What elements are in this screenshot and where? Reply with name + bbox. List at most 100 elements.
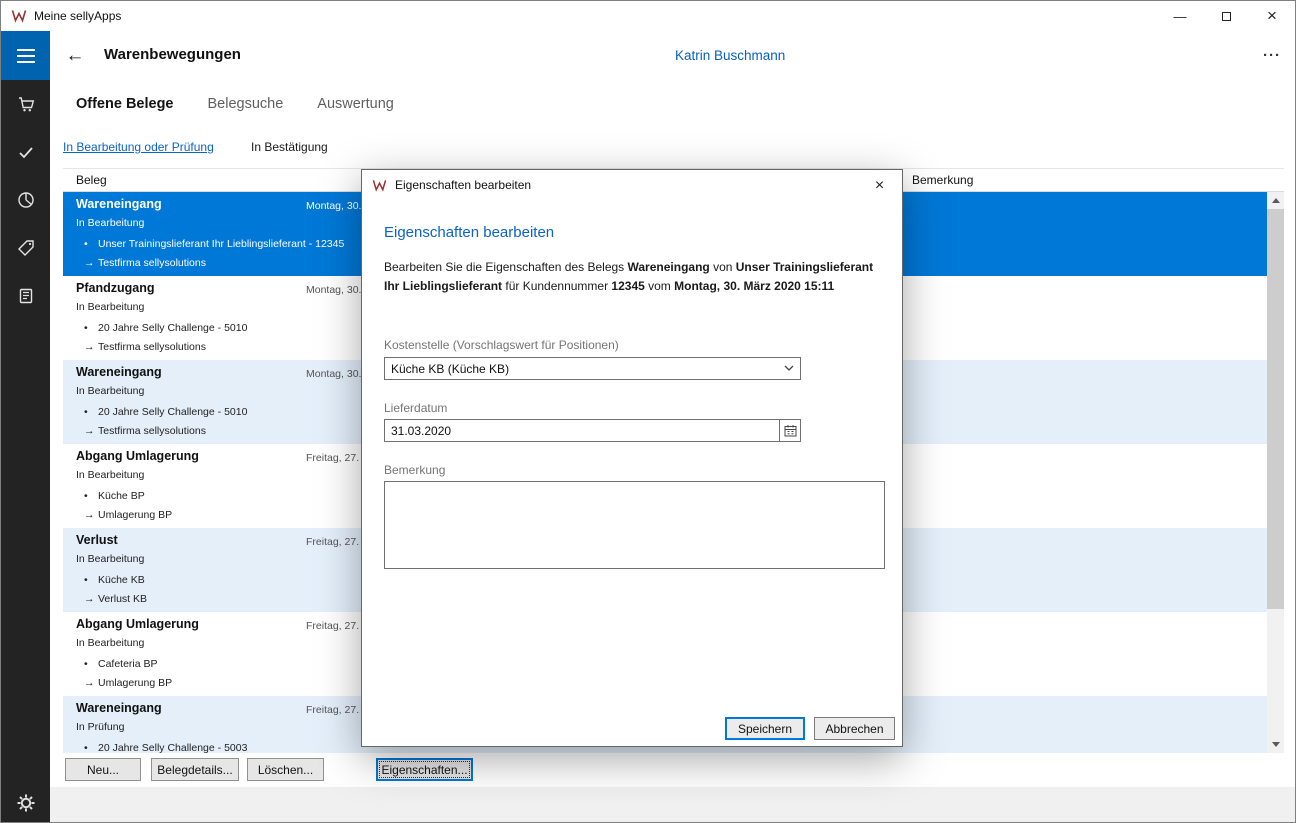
maximize-button[interactable]: [1203, 1, 1249, 31]
lieferdatum-label: Lieferdatum: [384, 401, 447, 415]
row-status: In Bearbeitung: [76, 637, 144, 649]
row-line: →Testfirma sellysolutions: [84, 338, 247, 357]
sidebar-items: [1, 80, 50, 320]
close-button[interactable]: ×: [1249, 1, 1295, 31]
sidebar-item-reports[interactable]: [1, 176, 50, 224]
row-title: Wareneingang: [76, 701, 162, 715]
subtab-in-bearbeitung[interactable]: In Bearbeitung oder Prüfung: [63, 140, 214, 154]
cancel-button[interactable]: Abbrechen: [814, 717, 895, 740]
footer-strip: [50, 787, 1295, 822]
dialog-title: Eigenschaften bearbeiten: [395, 170, 531, 201]
minimize-icon: —: [1174, 9, 1187, 24]
dialog-titlebar: Eigenschaften bearbeiten ×: [362, 170, 902, 201]
row-status: In Bearbeitung: [76, 553, 144, 565]
row-status: In Prüfung: [76, 721, 124, 733]
triangle-down-icon: [1272, 742, 1280, 747]
checkmark-icon: [17, 143, 35, 161]
window-controls: — ×: [1157, 1, 1295, 31]
row-title: Wareneingang: [76, 197, 162, 211]
scroll-down-button[interactable]: [1267, 736, 1284, 753]
sidebar-item-cart[interactable]: [1, 80, 50, 128]
row-lines: •Küche KB→Verlust KB: [84, 571, 147, 609]
vertical-scrollbar[interactable]: [1267, 192, 1284, 753]
kostenstelle-label: Kostenstelle (Vorschlagswert für Positio…: [384, 338, 619, 352]
bemerkung-textarea[interactable]: [384, 481, 885, 569]
row-title: Abgang Umlagerung: [76, 617, 199, 631]
hamburger-icon: [17, 49, 35, 51]
properties-button[interactable]: Eigenschaften...: [376, 758, 473, 781]
row-lines: •Cafeteria BP→Umlagerung BP: [84, 655, 172, 693]
sidebar-item-prices[interactable]: [1, 224, 50, 272]
lieferdatum-input[interactable]: [385, 420, 779, 441]
row-title: Verlust: [76, 533, 118, 547]
row-lines: •Unser Trainingslieferant Ihr Lieblingsl…: [84, 235, 344, 273]
tab-offene-belege[interactable]: Offene Belege: [76, 96, 174, 112]
tab-belegsuche[interactable]: Belegsuche: [208, 96, 284, 112]
sidebar-item-catalog[interactable]: [1, 272, 50, 320]
subtab-in-bestaetigung[interactable]: In Bestätigung: [251, 140, 328, 154]
dialog-close-button[interactable]: ×: [857, 170, 902, 201]
row-line: •Unser Trainingslieferant Ihr Lieblingsl…: [84, 235, 344, 254]
maximize-icon: [1222, 12, 1231, 21]
window-title: Meine sellyApps: [34, 1, 121, 31]
close-icon: ×: [1267, 6, 1277, 26]
tag-icon: [17, 239, 35, 257]
titlebar: Meine sellyApps — ×: [1, 1, 1295, 31]
tab-bar: Offene Belege Belegsuche Auswertung: [76, 96, 394, 112]
save-button[interactable]: Speichern: [725, 717, 805, 740]
page-title: Warenbewegungen: [104, 46, 241, 63]
details-button[interactable]: Belegdetails...: [151, 758, 239, 781]
kostenstelle-value: Küche KB (Küche KB): [385, 362, 778, 376]
new-button[interactable]: Neu...: [65, 758, 141, 781]
cart-icon: [17, 95, 35, 113]
row-title: Pfandzugang: [76, 281, 154, 295]
row-status: In Bearbeitung: [76, 469, 144, 481]
row-status: In Bearbeitung: [76, 301, 144, 313]
row-line: •Küche BP: [84, 487, 172, 506]
dialog-description: Bearbeiten Sie die Eigenschaften des Bel…: [384, 258, 887, 295]
row-lines: •20 Jahre Selly Challenge - 5010→Testfir…: [84, 319, 247, 357]
user-name: Katrin Buschmann: [675, 48, 785, 63]
scroll-up-button[interactable]: [1267, 192, 1284, 209]
close-icon: ×: [875, 177, 884, 195]
app-icon: [11, 8, 27, 24]
row-lines: •Küche BP→Umlagerung BP: [84, 487, 172, 525]
delete-button[interactable]: Löschen...: [247, 758, 324, 781]
row-line: •20 Jahre Selly Challenge - 5010: [84, 319, 247, 338]
row-line: •Küche KB: [84, 571, 147, 590]
kostenstelle-dropdown[interactable]: Küche KB (Küche KB): [384, 357, 801, 380]
triangle-up-icon: [1272, 198, 1280, 203]
row-line: →Testfirma sellysolutions: [84, 422, 247, 441]
dialog-app-icon: [372, 178, 387, 193]
row-status: In Bearbeitung: [76, 385, 144, 397]
column-header-beleg: Beleg: [76, 173, 107, 187]
column-header-bemerkung: Bemerkung: [912, 173, 973, 187]
row-lines: •20 Jahre Selly Challenge - 5003: [84, 739, 247, 753]
app-window: Meine sellyApps — ×: [0, 0, 1296, 823]
tab-auswertung[interactable]: Auswertung: [317, 96, 394, 112]
hamburger-menu-button[interactable]: [1, 31, 50, 80]
more-menu-button[interactable]: ···: [1257, 45, 1287, 69]
row-line: •20 Jahre Selly Challenge - 5010: [84, 403, 247, 422]
sidebar: [1, 31, 50, 822]
calendar-icon: [784, 424, 797, 437]
bemerkung-label: Bemerkung: [384, 463, 445, 477]
scrollbar-thumb[interactable]: [1267, 209, 1284, 609]
row-line: •Cafeteria BP: [84, 655, 172, 674]
row-title: Abgang Umlagerung: [76, 449, 199, 463]
chevron-down-icon: [778, 365, 800, 372]
back-icon: ←: [66, 45, 85, 66]
back-button[interactable]: ←: [63, 44, 87, 68]
lieferdatum-field: [384, 419, 801, 442]
minimize-button[interactable]: —: [1157, 1, 1203, 31]
row-line: →Umlagerung BP: [84, 674, 172, 693]
pie-chart-icon: [17, 191, 35, 209]
sidebar-item-settings[interactable]: [1, 793, 50, 813]
calendar-button[interactable]: [779, 420, 800, 441]
row-line: →Umlagerung BP: [84, 506, 172, 525]
row-line: •20 Jahre Selly Challenge - 5003: [84, 739, 247, 753]
row-line: →Testfirma sellysolutions: [84, 254, 344, 273]
dialog-heading: Eigenschaften bearbeiten: [384, 224, 554, 241]
row-lines: •20 Jahre Selly Challenge - 5010→Testfir…: [84, 403, 247, 441]
sidebar-item-tasks[interactable]: [1, 128, 50, 176]
